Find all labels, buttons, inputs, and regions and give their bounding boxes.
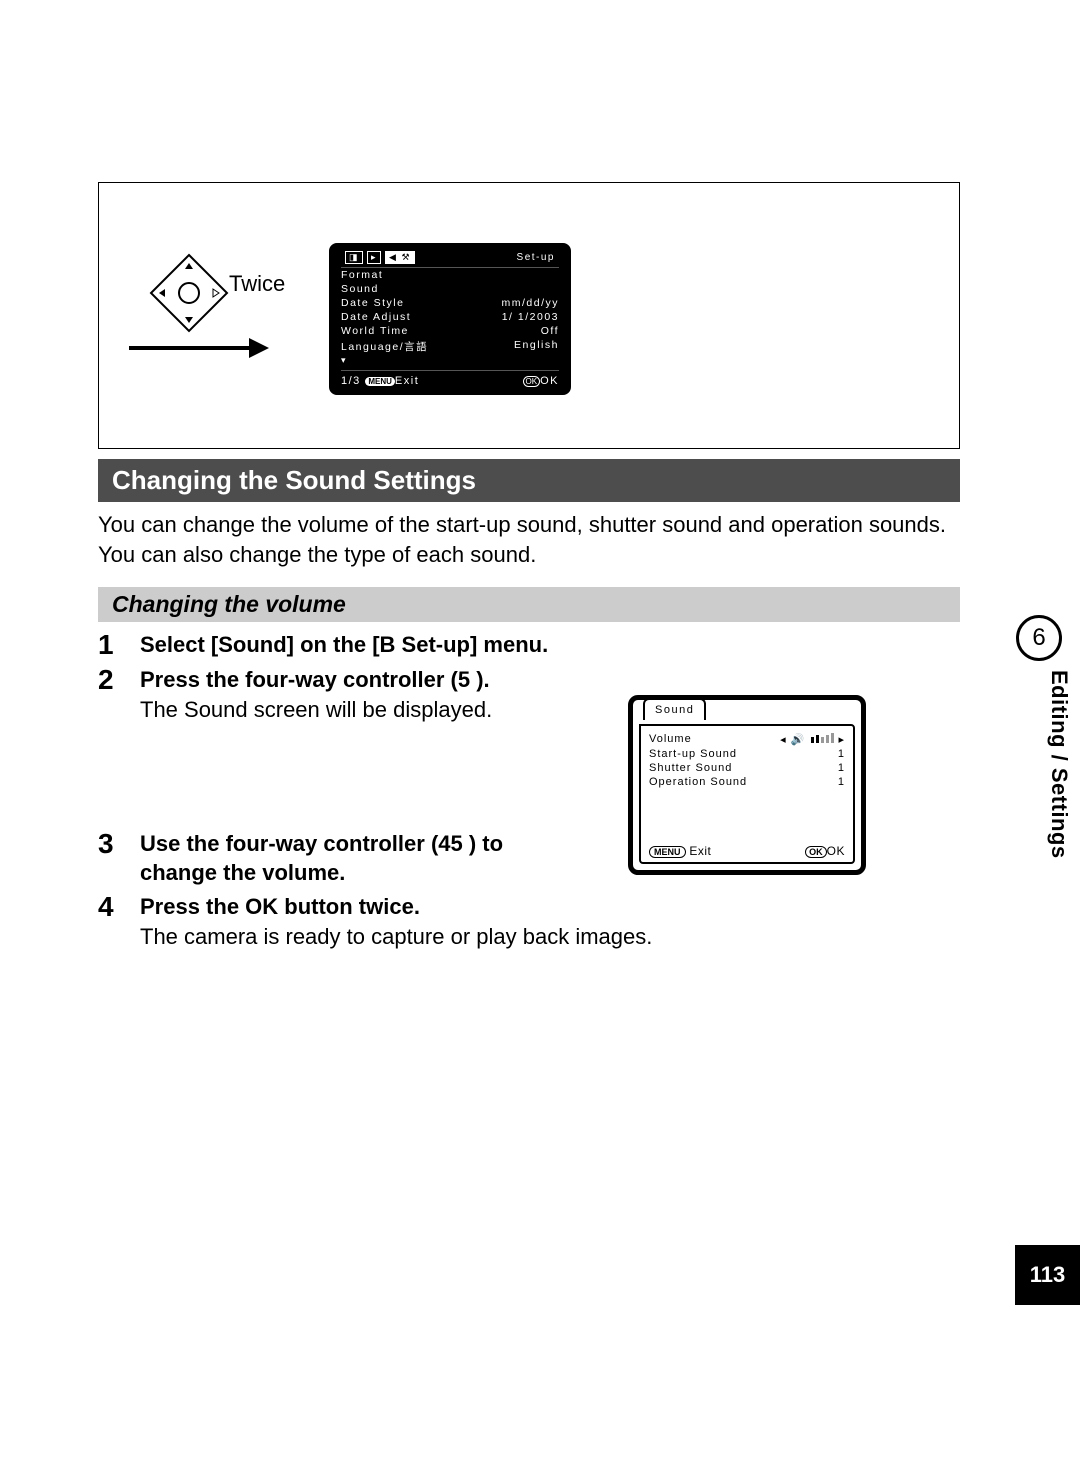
menu-button-icon: MENU — [649, 846, 686, 858]
setup-menu-list: Format Sound Date Stylemm/dd/yy Date Adj… — [341, 268, 559, 366]
step-number: 1 — [98, 630, 120, 661]
steps-list: 1 Select [Sound] on the [B Set-up] menu.… — [98, 630, 960, 951]
chapter-number: 6 — [1032, 624, 1045, 652]
sound-tab-label: Sound — [643, 698, 706, 720]
sound-screen-body: Volume ◂ 🔊 ▸ Start-up Sound1 Shutter Sou… — [639, 724, 855, 864]
chapter-number-circle: 6 — [1016, 615, 1062, 661]
four-way-controller-icon — [149, 253, 229, 333]
sound-row: Volume ◂ 🔊 ▸ — [649, 732, 845, 747]
sub-heading: Changing the volume — [98, 587, 960, 622]
menu-tab-bar: ◨ ▸ ◀ ⚒ Set-up — [341, 251, 559, 268]
section-heading: Changing the Sound Settings — [98, 459, 960, 502]
step-number: 4 — [98, 892, 120, 923]
twice-label: Twice — [229, 271, 285, 297]
camera-tab-icon: ◨ — [345, 251, 363, 264]
sound-footer: MENU Exit OKOK — [649, 844, 845, 858]
sound-row: Start-up Sound1 — [649, 747, 845, 761]
setup-tab-icon: ◀ ⚒ — [385, 251, 415, 264]
intro-paragraph: You can change the volume of the start-u… — [98, 510, 960, 569]
step-heading: Use the four-way controller (45 ) to cha… — [140, 829, 560, 888]
setup-footer: 1/3 MENUExit OKOK — [341, 370, 559, 387]
volume-indicator: ◂ 🔊 ▸ — [780, 733, 845, 746]
step-item: 1 Select [Sound] on the [B Set-up] menu. — [98, 630, 960, 661]
chapter-label: Editing / Settings — [1046, 670, 1072, 859]
page-number: 113 — [1030, 1262, 1066, 1288]
page-indicator: 1/3 — [341, 375, 361, 387]
exit-label: Exit — [689, 844, 711, 858]
ok-label: OK — [540, 375, 559, 387]
step-description: The Sound screen will be displayed. — [140, 695, 560, 725]
illustration-frame: Twice ◨ ▸ ◀ ⚒ Set-up — [98, 182, 960, 449]
side-tab: 6 Editing / Settings 113 — [1000, 0, 1080, 1470]
content-area: Twice ◨ ▸ ◀ ⚒ Set-up — [98, 182, 960, 951]
sound-row: Shutter Sound1 — [649, 761, 845, 775]
step-heading: Press the four-way controller (5 ). — [140, 665, 560, 695]
arrow-right-icon — [129, 333, 269, 368]
sound-row: Operation Sound1 — [649, 775, 845, 789]
ok-label: OK — [827, 844, 845, 858]
ok-button-icon: OK — [805, 846, 827, 858]
manual-page: 6 Editing / Settings 113 Twice — [0, 0, 1080, 1470]
menu-button-icon: MENU — [365, 377, 395, 386]
setup-tab-label: Set-up — [517, 252, 555, 263]
play-tab-icon: ▸ — [367, 251, 381, 264]
ok-button-icon: OK — [523, 376, 541, 387]
exit-label: Exit — [395, 375, 419, 387]
setup-menu-screen: ◨ ▸ ◀ ⚒ Set-up Format Sound Date Stylemm… — [329, 243, 571, 395]
step-number: 3 — [98, 829, 120, 860]
step-heading: Press the OK button twice. — [140, 892, 960, 922]
step-heading: Select [Sound] on the [B Set-up] menu. — [140, 630, 960, 660]
step-item: 4 Press the OK button twice. The camera … — [98, 892, 960, 951]
page-number-box: 113 — [1015, 1245, 1080, 1305]
step-number: 2 — [98, 665, 120, 696]
sound-screen: Sound Volume ◂ 🔊 ▸ Start-up — [628, 695, 866, 875]
step-description: The camera is ready to capture or play b… — [140, 922, 960, 952]
